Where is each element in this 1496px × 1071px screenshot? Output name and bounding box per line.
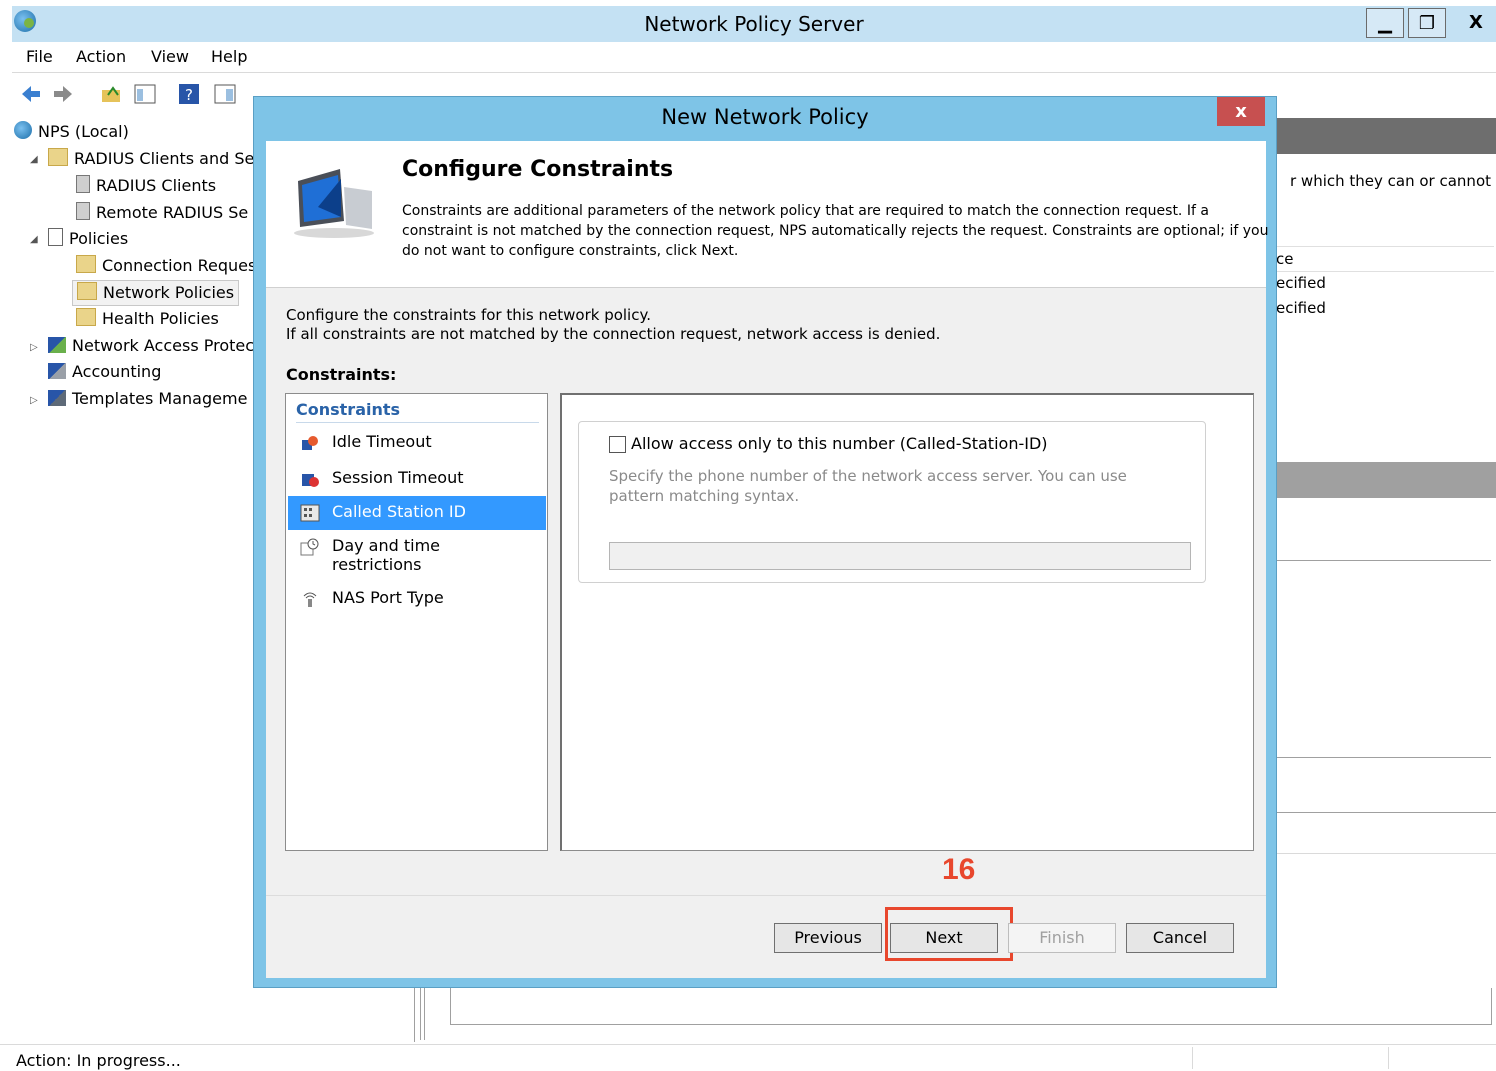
server-icon — [76, 175, 90, 193]
globe-icon — [14, 121, 32, 139]
wizard-page-description: Constraints are additional parameters of… — [402, 203, 1269, 259]
collapse-arrow-icon[interactable]: ▷ — [30, 342, 38, 353]
list-divider — [296, 422, 539, 423]
folder-open-icon — [77, 282, 97, 300]
phone-number-input[interactable] — [609, 542, 1191, 570]
details-lower-panel — [450, 988, 1492, 1025]
wizard-button-bar — [266, 895, 1266, 978]
session-timeout-icon — [302, 474, 319, 487]
tree-item-policies[interactable]: Policies — [48, 227, 128, 251]
templates-icon — [48, 390, 66, 406]
cancel-button[interactable]: Cancel — [1126, 923, 1234, 953]
forward-arrow-icon[interactable] — [52, 83, 74, 105]
details-panel — [1276, 560, 1491, 758]
status-text: Action: In progress... — [16, 1051, 181, 1070]
idle-timeout-icon — [302, 436, 318, 450]
menu-view[interactable]: View — [151, 47, 189, 66]
dialog-close-button[interactable]: x — [1217, 97, 1265, 126]
wizard-page-title: Configure Constraints — [402, 157, 674, 182]
new-network-policy-dialog: New Network Policy x Configure Constrain… — [253, 96, 1277, 988]
accounting-icon — [48, 363, 66, 379]
menu-help[interactable]: Help — [211, 47, 247, 66]
called-station-checkbox[interactable] — [609, 436, 626, 453]
constraint-called-station-id[interactable]: Called Station ID — [288, 496, 546, 530]
intro-line-1: Configure the constraints for this netwo… — [286, 306, 651, 324]
calendar-clock-icon — [300, 538, 319, 556]
tree-item-remote-radius[interactable]: Remote RADIUS Se — [76, 201, 248, 225]
tree-item-templates-management[interactable]: Templates Manageme — [48, 387, 247, 411]
constraint-nas-port-type[interactable]: NAS Port Type — [288, 586, 546, 616]
tree-item-accounting[interactable]: Accounting — [48, 360, 161, 384]
called-station-group: Allow access only to this number (Called… — [578, 421, 1206, 583]
menu-bar: File Action View Help — [12, 42, 1496, 73]
dialog-body: Configure Constraints Constraints are ad… — [266, 141, 1268, 978]
svg-text:?: ? — [185, 86, 193, 104]
list-cell: ecified — [1276, 299, 1326, 317]
tree-item-connection-request[interactable]: Connection Reques — [76, 254, 256, 278]
window-title: Network Policy Server — [644, 12, 864, 36]
antenna-icon — [303, 592, 317, 607]
phone-number-hint: Specify the phone number of the network … — [609, 467, 1127, 505]
details-divider — [1276, 812, 1496, 854]
constraint-day-and-time[interactable]: Day and time restrictions — [288, 534, 546, 576]
menu-action[interactable]: Action — [76, 47, 126, 66]
tree-item-network-policies[interactable]: Network Policies — [72, 280, 240, 306]
constraints-list: Constraints Idle Timeout Session Timeout… — [285, 393, 548, 851]
tree-item-health-policies[interactable]: Health Policies — [76, 307, 219, 331]
step-annotation: 16 — [942, 853, 976, 886]
close-button[interactable]: X — [1458, 8, 1494, 38]
server-group-icon — [76, 202, 90, 220]
details-header-band — [1276, 118, 1496, 154]
main-title-bar: Network Policy Server ▁ ❐ X — [12, 6, 1496, 43]
up-folder-icon[interactable] — [100, 83, 122, 105]
back-arrow-icon[interactable] — [20, 83, 42, 105]
column-header[interactable]: ce — [1276, 246, 1494, 272]
expand-arrow-icon[interactable]: ◢ — [30, 154, 38, 165]
next-highlight-box — [885, 907, 1013, 961]
constraint-idle-timeout[interactable]: Idle Timeout — [288, 428, 546, 460]
dialog-title: New Network Policy — [661, 105, 869, 129]
tree-item-radius-clients-servers[interactable]: RADIUS Clients and Ser — [48, 147, 261, 171]
pane-splitter[interactable] — [420, 988, 425, 1040]
nap-icon — [48, 337, 66, 353]
minimize-button[interactable]: ▁ — [1366, 8, 1404, 38]
intro-line-2: If all constraints are not matched by th… — [286, 325, 941, 343]
constraint-session-timeout[interactable]: Session Timeout — [288, 462, 546, 496]
details-section-band — [1276, 462, 1496, 498]
show-hide-tree-icon[interactable] — [134, 83, 156, 105]
details-description-fragment: r which they can or cannot — [1290, 172, 1491, 190]
help-icon[interactable]: ? — [178, 83, 200, 105]
constraints-label: Constraints: — [286, 365, 397, 384]
tree-item-network-access-protection[interactable]: Network Access Protec — [48, 334, 254, 358]
folder-icon — [76, 255, 96, 273]
previous-button[interactable]: Previous — [774, 923, 882, 953]
tree-item-nps-local[interactable]: NPS (Local) — [14, 120, 129, 144]
computer-monitor-icon — [294, 169, 374, 238]
menu-file[interactable]: File — [26, 47, 53, 66]
finish-button: Finish — [1008, 923, 1116, 953]
maximize-button[interactable]: ❐ — [1408, 8, 1446, 38]
phone-keypad-icon — [300, 504, 320, 522]
policy-document-icon — [48, 228, 63, 246]
tree-item-radius-clients[interactable]: RADIUS Clients — [76, 174, 216, 198]
properties-pane-icon[interactable] — [214, 83, 236, 105]
folder-icon — [48, 148, 68, 166]
expand-arrow-icon[interactable]: ◢ — [30, 234, 38, 245]
list-cell: ecified — [1276, 274, 1326, 292]
status-bar: Action: In progress... — [0, 1044, 1496, 1071]
constraint-detail-panel: Allow access only to this number (Called… — [560, 393, 1254, 851]
collapse-arrow-icon[interactable]: ▷ — [30, 395, 38, 406]
folder-icon — [76, 308, 96, 326]
called-station-checkbox-label[interactable]: Allow access only to this number (Called… — [631, 434, 1056, 453]
constraints-list-header: Constraints — [296, 400, 401, 419]
wizard-header: Configure Constraints Constraints are ad… — [266, 141, 1268, 288]
